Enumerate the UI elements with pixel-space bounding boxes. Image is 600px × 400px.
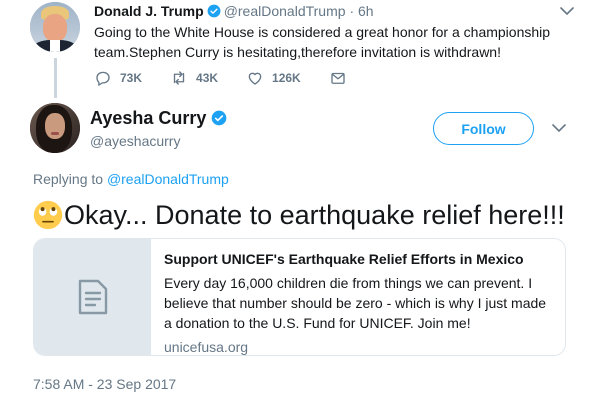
tweet-time[interactable]: 6h xyxy=(358,3,374,19)
like-icon xyxy=(248,72,262,85)
reply-button[interactable]: 73K xyxy=(94,69,142,87)
tweet-header: Donald J. Trump @realDonaldTrump · 6h xyxy=(94,2,374,20)
replying-to: Replying to @realDonaldTrump xyxy=(33,171,229,187)
replying-to-mention[interactable]: @realDonaldTrump xyxy=(107,171,229,187)
thread-connector xyxy=(54,58,57,98)
eye-roll-emoji-icon xyxy=(33,200,63,230)
parent-tweet[interactable]: Donald J. Trump @realDonaldTrump · 6h Goi… xyxy=(0,0,600,98)
separator-dot: · xyxy=(349,3,355,19)
card-domain: unicefusa.org xyxy=(164,339,249,355)
direct-message-button[interactable] xyxy=(329,69,355,87)
follow-button[interactable]: Follow xyxy=(433,112,534,145)
card-description: Every day 16,000 children die from thing… xyxy=(164,275,547,331)
tweet-timestamp[interactable]: 7:58 AM - 23 Sep 2017 xyxy=(33,376,176,392)
author-handle[interactable]: @ayeshacurry xyxy=(90,133,180,149)
link-card[interactable]: Support UNICEF's Earthquake Relief Effor… xyxy=(33,238,566,356)
like-button[interactable]: 126K xyxy=(246,69,301,87)
message-icon xyxy=(331,72,345,84)
replying-to-label: Replying to xyxy=(33,171,104,187)
chevron-down-icon[interactable] xyxy=(552,123,566,133)
tweet-text-body: Okay... Donate to earthquake relief here… xyxy=(64,200,565,230)
verified-badge-icon xyxy=(212,110,227,126)
retweet-icon xyxy=(173,71,185,85)
card-thumbnail xyxy=(34,239,151,355)
reply-count: 73K xyxy=(120,71,143,85)
author-name[interactable]: Donald J. Trump xyxy=(94,3,204,19)
avatar[interactable] xyxy=(30,2,80,52)
tweet-actions: 73K 43K 126K xyxy=(94,68,383,88)
tweet-text: Okay... Donate to earthquake relief here… xyxy=(33,198,565,232)
card-body: Support UNICEF's Earthquake Relief Effor… xyxy=(164,249,554,355)
author-handle[interactable]: @realDonaldTrump xyxy=(224,3,346,19)
author-name-text: Ayesha Curry xyxy=(90,108,207,128)
avatar[interactable] xyxy=(30,103,80,153)
reply-icon xyxy=(96,71,110,86)
document-icon xyxy=(78,279,107,315)
verified-badge-icon xyxy=(207,4,221,18)
card-title: Support UNICEF's Earthquake Relief Effor… xyxy=(164,251,524,267)
tweet-text: Going to the White House is considered a… xyxy=(94,24,551,60)
author-name[interactable]: Ayesha Curry xyxy=(90,108,230,129)
chevron-down-icon[interactable] xyxy=(560,6,574,16)
retweet-count: 43K xyxy=(196,71,219,85)
like-count: 126K xyxy=(272,71,301,85)
retweet-button[interactable]: 43K xyxy=(170,69,218,87)
